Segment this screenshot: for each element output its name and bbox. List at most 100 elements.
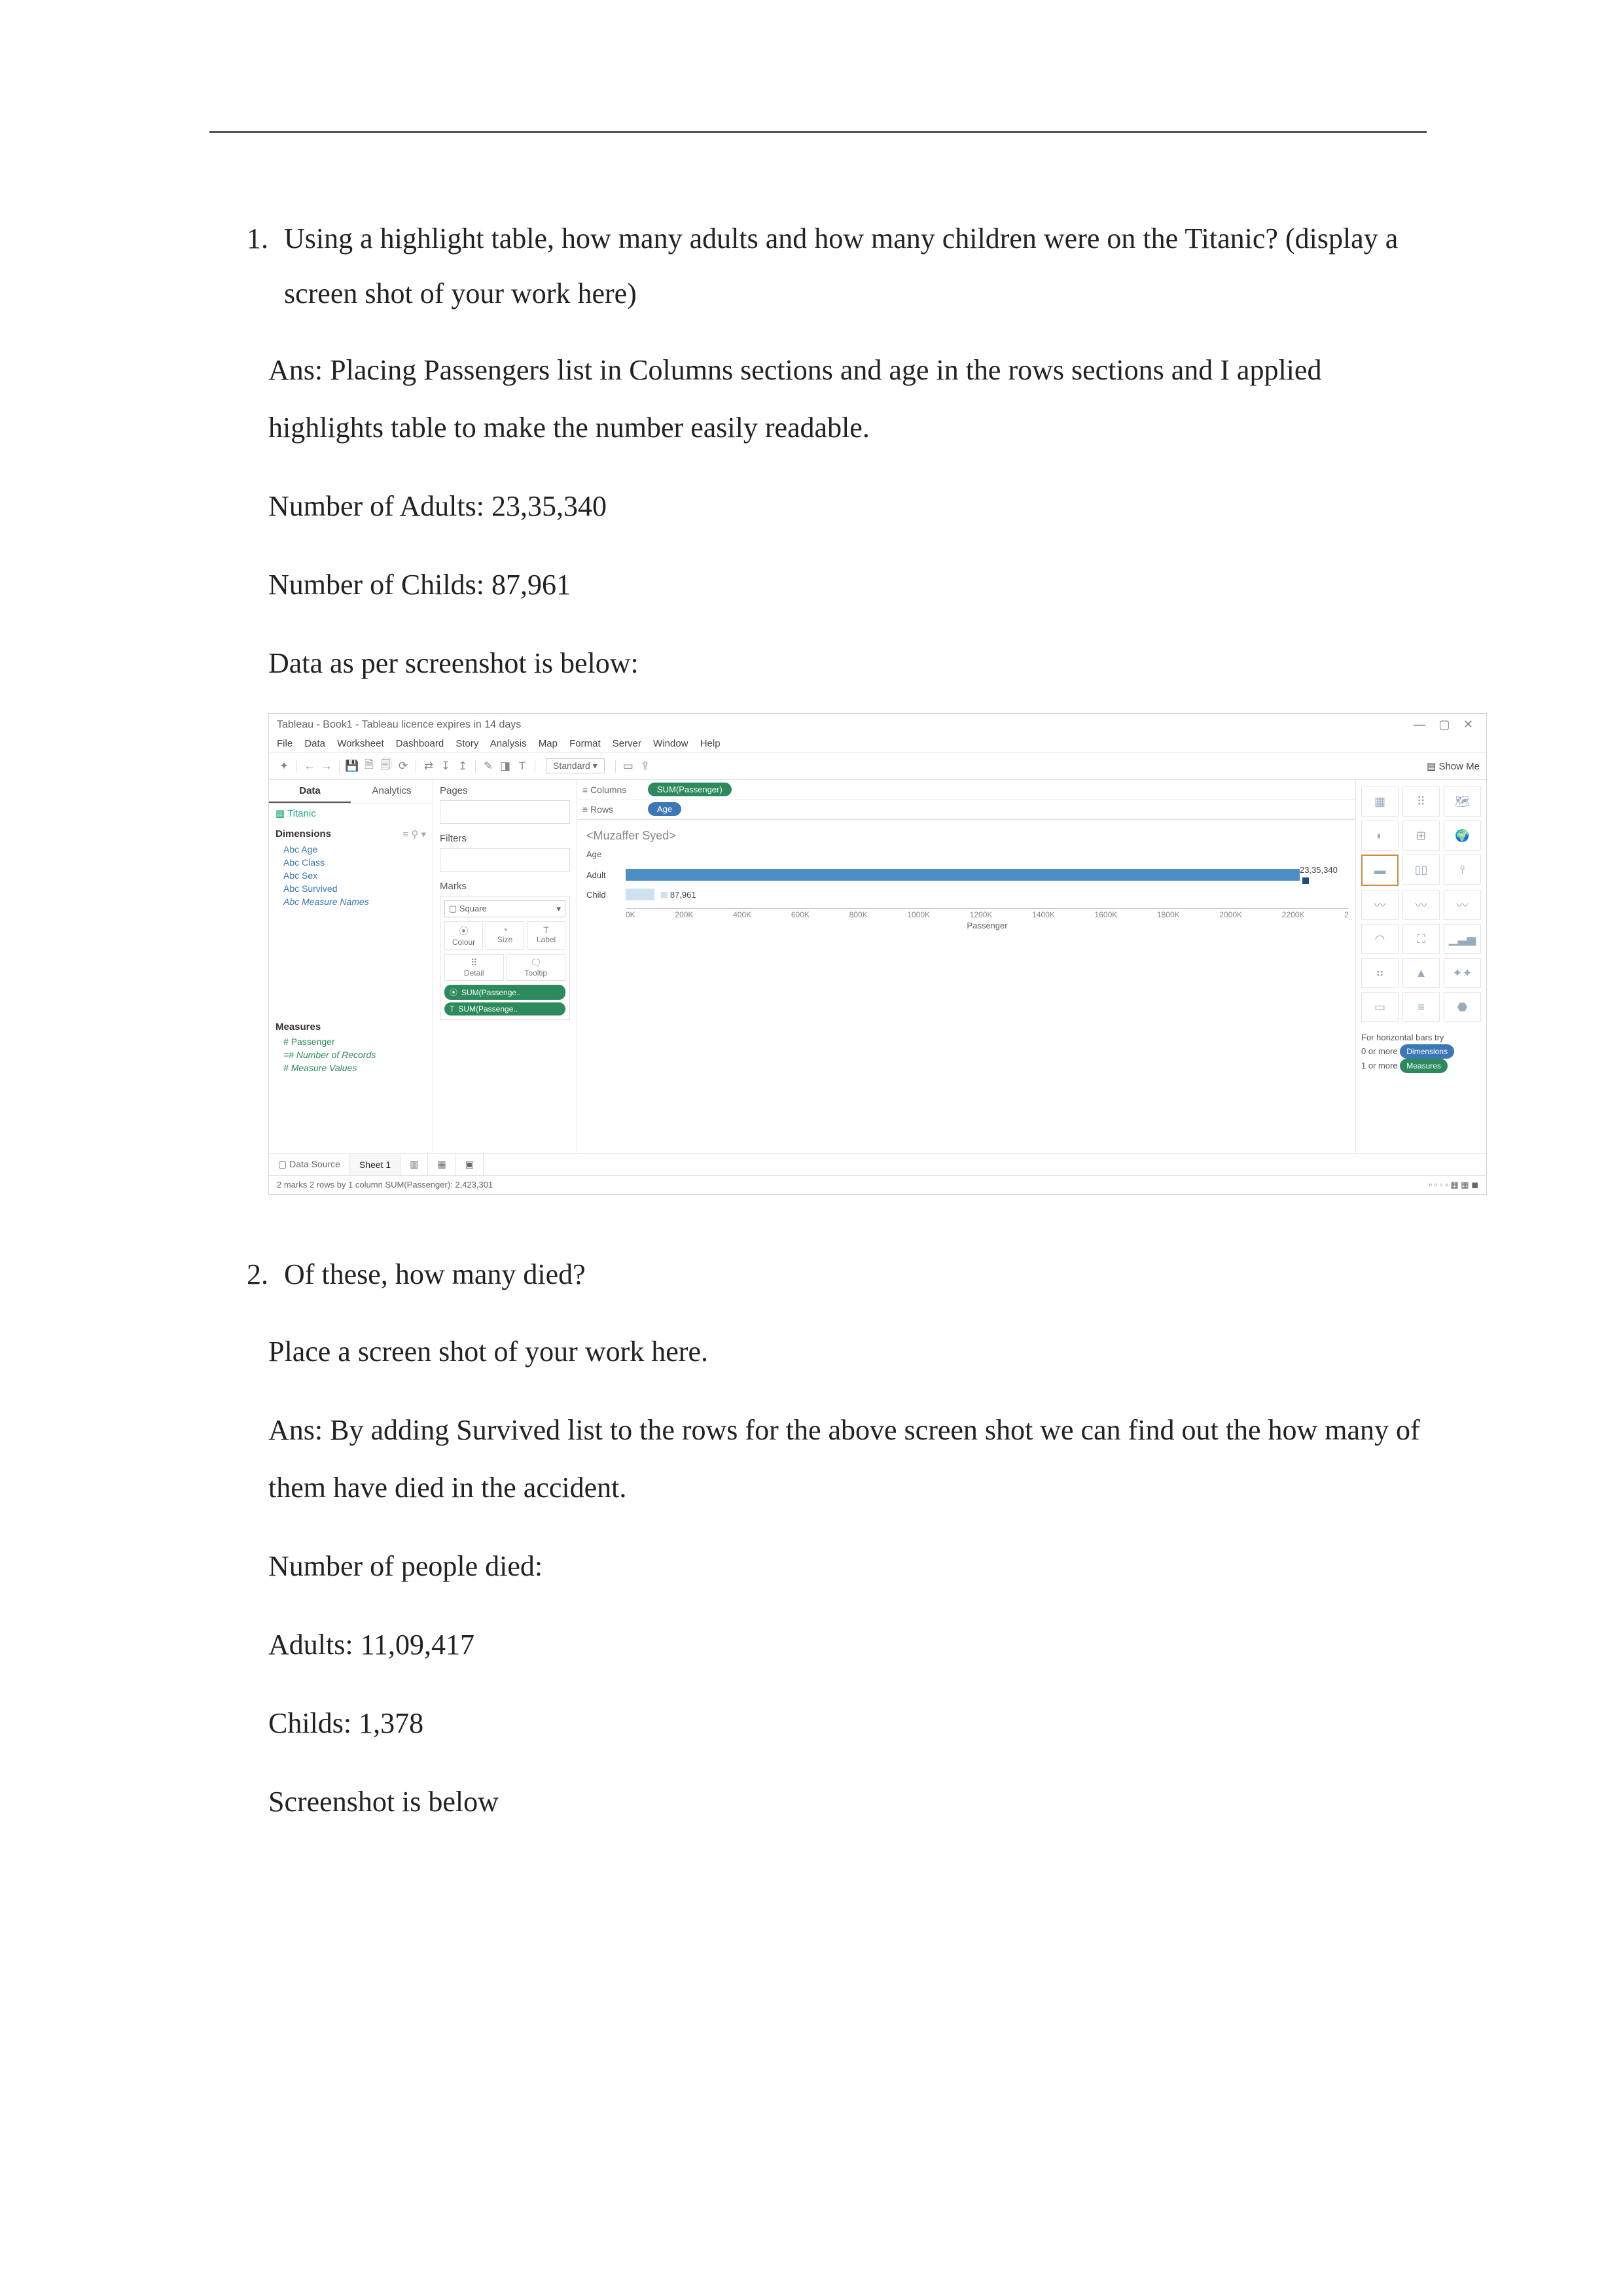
cards-pane: Pages Filters Marks ▢ Square▾ ⦿Colour ◔S… xyxy=(433,780,577,1153)
viz-thumb[interactable]: ◐ xyxy=(1361,821,1399,851)
dim-measure-names[interactable]: Abc Measure Names xyxy=(269,895,433,908)
data-connection[interactable]: ▦ Titanic xyxy=(269,804,433,823)
close-icon[interactable]: ✕ xyxy=(1458,718,1478,732)
pages-shelf[interactable] xyxy=(440,800,570,824)
pill-columns[interactable]: SUM(Passenger) xyxy=(648,783,732,796)
menu-help[interactable]: Help xyxy=(700,738,721,749)
show-me-button[interactable]: ▤ Show Me xyxy=(1427,760,1480,772)
pill-colour-sum-passenger[interactable]: ⦿SUM(Passenge.. xyxy=(444,985,565,1000)
viz-thumb[interactable]: ▦ xyxy=(1361,786,1399,817)
new-worksheet-icon[interactable]: ▥ xyxy=(401,1154,428,1175)
q1-text: Using a highlight table, how many adults… xyxy=(284,211,1427,321)
q1-adults: Number of Adults: 23,35,340 xyxy=(268,478,1427,535)
rows-shelf[interactable]: ≡ Rows Age xyxy=(577,800,1355,819)
bar-adult[interactable]: 23,35,340 xyxy=(626,865,1349,885)
mea-passenger[interactable]: # Passenger xyxy=(269,1035,433,1048)
mea-records[interactable]: =# Number of Records xyxy=(269,1048,433,1061)
mark-size[interactable]: ◔Size xyxy=(486,921,524,950)
value-child: 87,961 xyxy=(670,890,696,900)
viz-thumb[interactable]: 🌍 xyxy=(1444,821,1481,851)
menu-data[interactable]: Data xyxy=(304,738,325,749)
sort-asc-icon[interactable]: ↧ xyxy=(437,760,454,773)
viz-thumb-horizontal-bar[interactable]: ▬ xyxy=(1361,855,1399,886)
new-dashboard-icon[interactable]: ▦ xyxy=(428,1154,455,1175)
toolbar: ✦ ← → 💾 🗎 🗐 ⟳ ⇄ ↧ ↥ ✎ ◨ T Standard ▾ xyxy=(269,752,1486,780)
highlight-icon[interactable]: ◨ xyxy=(497,760,514,773)
tab-data-source[interactable]: ▢ Data Source xyxy=(269,1154,350,1175)
menu-dashboard[interactable]: Dashboard xyxy=(396,738,444,749)
share-icon[interactable]: ⇪ xyxy=(637,760,654,773)
q1-answer: Ans: Placing Passengers list in Columns … xyxy=(268,342,1427,457)
mark-colour[interactable]: ⦿Colour xyxy=(444,921,483,950)
mark-type-selector[interactable]: ▢ Square▾ xyxy=(444,900,565,917)
sheet-title[interactable]: <Muzaffer Syed> xyxy=(586,829,1349,843)
dim-survived[interactable]: Abc Survived xyxy=(269,882,433,895)
mea-measure-values[interactable]: # Measure Values xyxy=(269,1061,433,1074)
menu-format[interactable]: Format xyxy=(569,738,601,749)
viz-thumb[interactable]: 〰 xyxy=(1402,890,1440,920)
status-right-icons: ▫ ▫ ▫ ▫ ▦ ▦ ◼ xyxy=(1429,1180,1478,1190)
viz-thumb[interactable]: ⬣ xyxy=(1444,992,1481,1022)
dim-sex[interactable]: Abc Sex xyxy=(269,869,433,882)
menu-file[interactable]: File xyxy=(277,738,293,749)
columns-shelf[interactable]: ≡ Columns SUM(Passenger) xyxy=(577,780,1355,800)
new-sheet-icon[interactable]: 🗐 xyxy=(378,756,395,775)
menu-server[interactable]: Server xyxy=(613,738,641,749)
viz-thumb[interactable]: ⛶ xyxy=(1402,924,1440,954)
tab-data[interactable]: Data xyxy=(269,780,351,803)
dimensions-header: Dimensions≡ ⚲ ▾ xyxy=(269,823,433,843)
refresh-icon[interactable]: ⟳ xyxy=(395,760,412,773)
pill-label-sum-passenger[interactable]: TSUM(Passenge.. xyxy=(444,1002,565,1016)
menu-analysis[interactable]: Analysis xyxy=(490,738,527,749)
viz-thumb[interactable]: ⠶ xyxy=(1361,958,1399,988)
viz-thumb[interactable]: ✦✦ xyxy=(1444,958,1481,988)
menu-worksheet[interactable]: Worksheet xyxy=(337,738,383,749)
marks-label: Marks xyxy=(440,881,570,892)
swap-icon[interactable]: ⇄ xyxy=(420,760,437,773)
data-pane: Data Analytics ▦ Titanic Dimensions≡ ⚲ ▾… xyxy=(269,780,433,1153)
new-data-icon[interactable]: 🗎 xyxy=(361,756,378,775)
menu-map[interactable]: Map xyxy=(539,738,558,749)
viz-thumb[interactable]: ≡ xyxy=(1402,992,1440,1022)
measures-header: Measures xyxy=(269,1016,433,1035)
viz-thumb[interactable]: ▯▯ xyxy=(1402,855,1440,885)
dim-age[interactable]: Abc Age xyxy=(269,843,433,856)
maximize-icon[interactable]: ▢ xyxy=(1433,718,1455,732)
filters-shelf[interactable] xyxy=(440,848,570,872)
forward-icon[interactable]: → xyxy=(318,760,335,773)
viz-thumb[interactable]: 🗺 xyxy=(1444,786,1481,817)
mark-label[interactable]: TLabel xyxy=(527,921,565,950)
highlight-table-chart: Age Adult Child 23,35,340 xyxy=(586,849,1349,934)
showme-hint-1: For horizontal bars try xyxy=(1361,1031,1481,1044)
window-title: Tableau - Book1 - Tableau licence expire… xyxy=(277,719,521,731)
viz-thumb[interactable]: ⊞ xyxy=(1402,821,1440,851)
text-icon[interactable]: T xyxy=(514,760,531,773)
viz-thumb[interactable]: ▲ xyxy=(1402,958,1440,988)
viz-thumb[interactable]: 〰 xyxy=(1444,890,1481,920)
mark-detail[interactable]: ⠿Detail xyxy=(444,954,504,981)
viz-thumb[interactable]: ⠿ xyxy=(1402,786,1440,817)
back-icon[interactable]: ← xyxy=(301,760,318,773)
viz-thumb[interactable]: ⫯ xyxy=(1444,855,1481,885)
minimize-icon[interactable]: — xyxy=(1408,718,1431,732)
new-story-icon[interactable]: ▣ xyxy=(456,1154,484,1175)
viz-thumb[interactable]: 〰 xyxy=(1361,890,1399,920)
tab-sheet-1[interactable]: Sheet 1 xyxy=(350,1154,401,1175)
format-icon[interactable]: ✎ xyxy=(480,760,497,773)
menu-window[interactable]: Window xyxy=(653,738,688,749)
dim-class[interactable]: Abc Class xyxy=(269,856,433,869)
sort-desc-icon[interactable]: ↥ xyxy=(454,760,471,773)
fit-selector[interactable]: Standard ▾ xyxy=(546,758,605,773)
pill-rows[interactable]: Age xyxy=(648,802,681,816)
bar-child[interactable]: 87,961 xyxy=(626,885,1349,904)
viz-thumb[interactable]: ▁▃▅ xyxy=(1444,924,1481,954)
tab-analytics[interactable]: Analytics xyxy=(351,780,433,803)
x-axis-ticks: 0K200K400K600K800K1000K1200K1400K1600K18… xyxy=(626,908,1349,919)
save-icon[interactable]: 💾 xyxy=(344,760,361,773)
mark-tooltip[interactable]: 🗨Tooltip xyxy=(507,954,566,981)
viz-thumb[interactable]: ◠ xyxy=(1361,924,1399,954)
tableau-logo-icon[interactable]: ✦ xyxy=(276,760,293,773)
viz-thumb[interactable]: ▭ xyxy=(1361,992,1399,1022)
presentation-icon[interactable]: ▭ xyxy=(620,760,637,773)
menu-story[interactable]: Story xyxy=(455,738,478,749)
